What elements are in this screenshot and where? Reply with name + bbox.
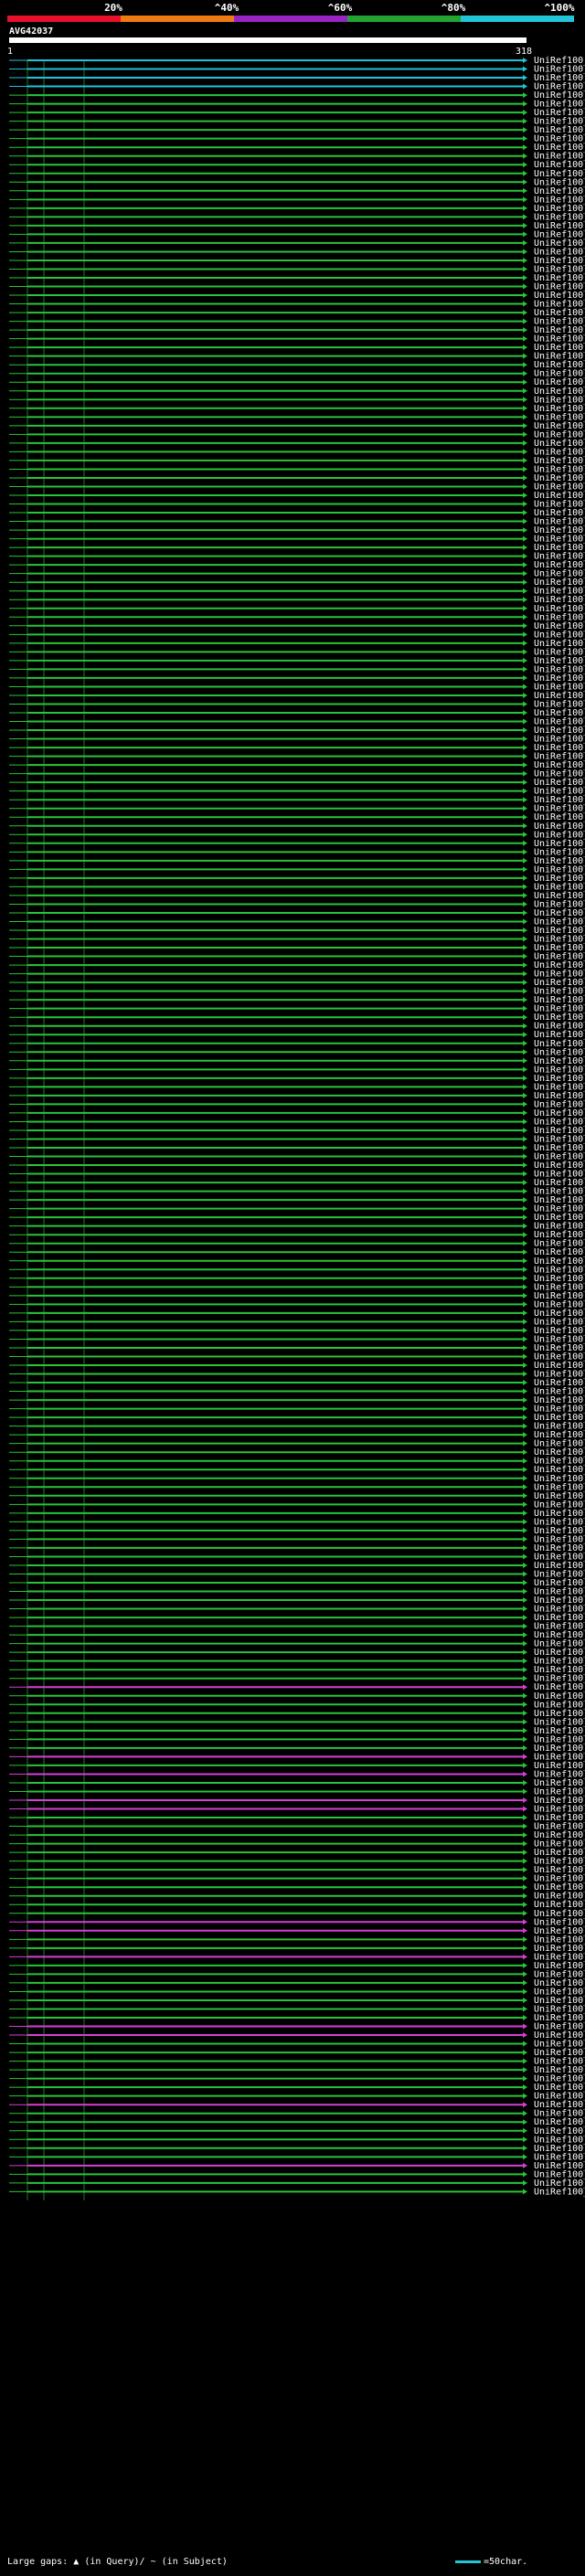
in-subject-label: (in Subject) [161,2557,228,2567]
subject-gap-marker-icon: ~ [150,2557,156,2567]
chart-background [0,0,585,2576]
percent-tick-label: ^60% [328,2,353,14]
percent-band-3 [234,16,347,22]
hit-label[interactable]: UniRef100_B5PPV3 [534,2187,585,2197]
scale-legend: =50char. [455,2557,527,2567]
percent-band-4 [347,16,461,22]
query-name: AVG42037 [9,27,53,37]
query-gap-marker-icon: ▲ [73,2557,80,2567]
scale-swatch [455,2560,481,2563]
legend: Large gaps: ▲ (in Query)/ ~ (in Subject) [7,2557,228,2568]
percent-band-1 [7,16,121,22]
large-gaps-label: Large gaps: [7,2557,69,2567]
percent-tick-label: ^80% [441,2,466,14]
query-end-label: 318 [516,47,532,57]
percent-tick-label: ^100% [544,2,574,14]
query-start-label: 1 [7,47,13,57]
query-bar [9,37,526,43]
scale-label: =50char. [484,2557,528,2567]
percent-tick-label: 20% [104,2,122,14]
percent-tick-label: ^40% [215,2,239,14]
in-query-label: (in Query)/ [84,2557,145,2567]
percent-band-2 [121,16,234,22]
percent-band-5 [461,16,574,22]
alignment-overview-chart: 20% ^40% ^60% ^80% ^100% AVG42037 1 318 … [0,0,585,2576]
